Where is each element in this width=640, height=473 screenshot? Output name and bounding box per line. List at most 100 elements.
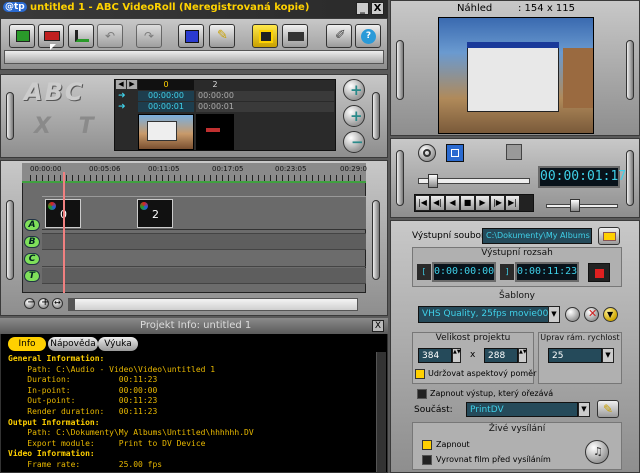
prev-frame-button[interactable]: ◀| — [431, 196, 444, 210]
frame-rate-select[interactable]: 25 — [548, 348, 602, 363]
player-right-handle[interactable] — [626, 150, 634, 206]
range-start-icon[interactable]: [ — [417, 264, 431, 280]
frame-rate-dropdown-arrow[interactable]: ▼ — [602, 348, 614, 363]
remove-clip-button[interactable]: − — [343, 131, 365, 153]
info-line: Duration: 00:11:23 — [8, 375, 158, 385]
timeline-right-handle[interactable] — [372, 200, 380, 280]
track-a-button[interactable]: A — [24, 219, 40, 231]
enable-output-checkbox[interactable] — [417, 389, 427, 399]
export-button[interactable] — [282, 24, 308, 48]
track-t-button[interactable]: T — [24, 270, 40, 282]
info-line: Render duration: 00:11:23 — [8, 406, 158, 416]
next-frame-button[interactable]: |▶ — [491, 196, 504, 210]
templates-label: Šablony — [499, 291, 535, 301]
track-b-button[interactable]: B — [24, 236, 40, 248]
grid-nav-right[interactable]: ▶ — [127, 80, 137, 89]
timeline-left-handle[interactable] — [6, 200, 14, 280]
close-button[interactable]: X — [371, 2, 384, 15]
height-spinner[interactable]: ▲▼ — [518, 348, 527, 363]
fullscreen-button[interactable] — [446, 144, 464, 162]
zoom-fit-button[interactable]: ↔ — [52, 298, 63, 309]
preview-label: Náhled — [457, 3, 493, 14]
cell-out-2[interactable]: 00:00:01 — [196, 102, 334, 112]
info-close-button[interactable]: X — [372, 320, 384, 332]
play-button[interactable]: ▶ — [476, 196, 489, 210]
minimize-button[interactable]: _ — [356, 2, 369, 15]
open-icon — [44, 31, 60, 41]
settings-button[interactable]: ✐ — [326, 24, 352, 48]
zoom-in-button[interactable]: + — [38, 297, 49, 309]
info-line: General Information: — [8, 354, 105, 363]
clip-film-icon — [48, 202, 56, 210]
loop-button[interactable] — [418, 144, 436, 162]
copy-button[interactable] — [178, 24, 204, 48]
rewind-button[interactable]: ◀ — [446, 196, 459, 210]
template-delete-button[interactable]: ✕ — [584, 307, 599, 322]
range-reset-button[interactable] — [588, 263, 610, 282]
height-field[interactable]: 288 — [484, 348, 518, 363]
template-dropdown-arrow[interactable]: ▼ — [548, 306, 560, 323]
output-file-field[interactable]: C:\Dokumenty\My Albums — [482, 228, 592, 244]
grid-nav-left[interactable]: ◀ — [116, 80, 126, 89]
fit-icon: ↔ — [54, 298, 61, 307]
info-scrollbar[interactable] — [376, 352, 386, 472]
component-settings-button[interactable]: ✎ — [597, 400, 619, 418]
go-end-button[interactable]: ▶| — [506, 196, 519, 210]
range-end[interactable]: 0:00:11:23 — [515, 262, 579, 282]
component-select[interactable]: PrintDV — [466, 402, 578, 417]
position-slider-thumb[interactable] — [428, 174, 438, 188]
redo-button[interactable]: ↷ — [136, 24, 162, 48]
keep-aspect-checkbox[interactable] — [415, 369, 425, 379]
browse-folder-button[interactable] — [598, 227, 620, 245]
zoom-out-button[interactable]: − — [24, 297, 35, 309]
go-start-button[interactable]: |◀ — [416, 196, 429, 210]
tools-button[interactable]: ✎ — [209, 24, 235, 48]
component-dropdown-arrow[interactable]: ▼ — [578, 402, 590, 417]
range-start[interactable]: 0:00:00:00 — [432, 262, 496, 282]
tab-tutorial[interactable]: Výuka — [98, 337, 138, 351]
left-handle[interactable] — [6, 92, 14, 140]
template-select[interactable]: VHS Quality, 25fps movie002 — [418, 306, 550, 323]
info-line: Path: C:\Audio - Video\Video\untitled 1 — [8, 364, 216, 374]
printer-icon — [288, 32, 304, 41]
keep-aspect-label: Udržovat aspektový poměr — [428, 369, 537, 378]
cell-in-2[interactable]: 00:00:00 — [196, 91, 334, 101]
volume-slider-thumb[interactable] — [570, 199, 580, 212]
timeline-scrollbar[interactable] — [68, 298, 358, 311]
add-clip-button[interactable]: + — [343, 79, 365, 101]
cell-in-0[interactable]: 00:00:00 — [138, 91, 194, 101]
playhead[interactable] — [63, 172, 65, 293]
template-menu-button[interactable]: ▼ — [603, 307, 618, 322]
tab-info[interactable]: Info — [8, 337, 46, 351]
help-button[interactable]: ? — [355, 24, 381, 48]
split-button[interactable] — [68, 24, 94, 48]
player-left-handle[interactable] — [396, 150, 404, 206]
folder-icon — [603, 232, 616, 241]
clip-thumb-0[interactable] — [138, 114, 194, 150]
preview-right-handle[interactable] — [626, 40, 634, 100]
insert-clip-button[interactable]: + — [343, 105, 365, 127]
cell-out-0[interactable]: 00:00:01 — [138, 102, 194, 112]
new-project-button[interactable] — [9, 24, 35, 48]
stop-button[interactable]: ■ — [461, 196, 474, 210]
preview-left-handle[interactable] — [396, 40, 404, 100]
save-button[interactable] — [252, 24, 278, 48]
track-c-button[interactable]: C — [24, 253, 40, 265]
undo-button[interactable]: ↶ — [97, 24, 123, 48]
live-broadcast-button[interactable]: ♫ — [585, 440, 609, 464]
clip-thumb-2[interactable] — [196, 114, 234, 150]
scrollbar-thumb[interactable] — [69, 299, 75, 310]
width-spinner[interactable]: ▲▼ — [452, 348, 461, 363]
save-icon — [259, 30, 273, 43]
live-balance-checkbox[interactable] — [422, 455, 432, 465]
track-row-c — [42, 251, 366, 267]
right-handle[interactable] — [372, 92, 380, 140]
volume-slider-track[interactable] — [546, 204, 618, 208]
live-enable-checkbox[interactable] — [422, 440, 432, 450]
snapshot-button[interactable] — [506, 144, 522, 160]
range-end-icon[interactable]: ] — [500, 264, 514, 280]
tab-help[interactable]: Nápověda — [48, 337, 98, 351]
width-field[interactable]: 384 — [418, 348, 452, 363]
template-save-button[interactable] — [565, 307, 580, 322]
output-file-label: Výstupní soubor: — [412, 231, 488, 241]
